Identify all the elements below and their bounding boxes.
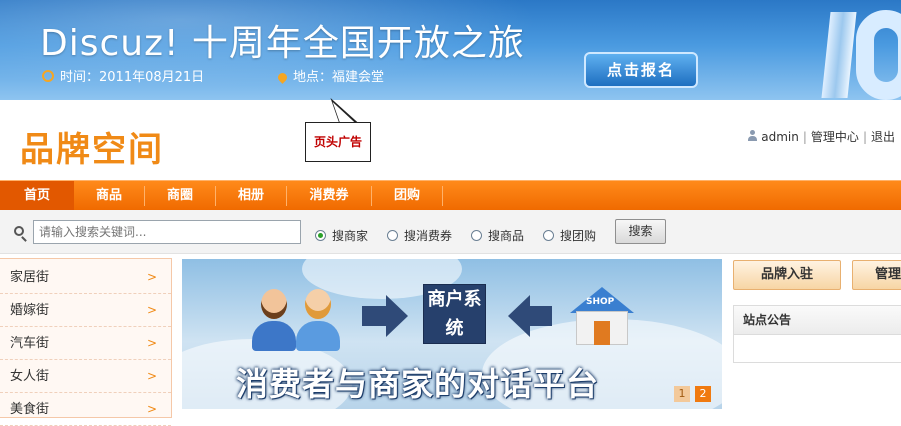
arrow-left-icon — [508, 295, 552, 337]
consumers-illustration — [252, 277, 352, 351]
radio-label: 搜商家 — [332, 229, 369, 243]
username-link[interactable]: admin — [761, 130, 799, 144]
radio-label: 搜商品 — [488, 229, 525, 243]
brand-join-button[interactable]: 品牌入驻 — [733, 260, 841, 290]
shop-label: SHOP — [586, 297, 615, 307]
admin-center-link[interactable]: 管理中心 — [811, 130, 859, 144]
tenth-anniversary-graphic — [820, 4, 901, 100]
radio-dot-selected[interactable] — [315, 230, 326, 241]
category-food-street[interactable]: 美食街 > — [0, 393, 171, 426]
header-ad[interactable]: 页头广告 — [305, 122, 371, 162]
top-banner[interactable]: Discuz! 十周年全国开放之旅 时间：2011年08月21日 地点：福建会堂… — [0, 0, 901, 100]
main-nav: 首页 商品 商圈 相册 消费券 团购 — [0, 180, 901, 211]
search-input[interactable] — [33, 220, 301, 244]
category-wedding-street[interactable]: 婚嫁街 > — [0, 294, 171, 327]
category-panel: 家居街 > 婚嫁街 > 汽车街 > 女人街 > 美食街 > — [0, 258, 172, 426]
banner-place-text: 地点：福建会堂 — [293, 70, 385, 85]
site-notice-title: 站点公告 — [734, 306, 901, 335]
brand-space-logo[interactable]: 品牌空间 — [20, 122, 164, 171]
chevron-right-icon: > — [146, 369, 157, 383]
slide-slogan: 消费者与商家的对话平台 — [236, 365, 600, 403]
radio-dot[interactable] — [543, 230, 554, 241]
arrow-right-icon — [362, 295, 408, 337]
radio-dot[interactable] — [387, 230, 398, 241]
nav-albums[interactable]: 相册 — [216, 181, 286, 211]
promo-slideshow[interactable]: 商户系统 SHOP 消费者与商家的对话平台 1 2 — [182, 259, 722, 409]
shop-icon: SHOP — [570, 279, 634, 345]
search-button[interactable]: 搜索 — [615, 219, 666, 244]
category-label: 美食街 — [10, 402, 50, 417]
category-label: 婚嫁街 — [10, 303, 50, 318]
nav-group-buy[interactable]: 团购 — [372, 181, 442, 211]
clock-icon — [42, 70, 54, 82]
search-icon — [14, 226, 24, 236]
radio-search-merchant[interactable]: 搜商家 — [315, 227, 368, 244]
category-label: 汽车街 — [10, 336, 50, 351]
radio-label: 搜团购 — [560, 229, 597, 243]
slide-page-1[interactable]: 1 — [674, 386, 690, 402]
category-auto-street[interactable]: 汽车街 > — [0, 327, 171, 360]
chevron-right-icon: > — [146, 270, 157, 284]
radio-search-coupon[interactable]: 搜消费券 — [387, 227, 452, 244]
radio-dot[interactable] — [471, 230, 482, 241]
nav-home[interactable]: 首页 — [0, 181, 74, 211]
banner-time-text: 时间：2011年08月21日 — [60, 70, 205, 85]
banner-time: 时间：2011年08月21日 — [42, 66, 204, 85]
radio-search-product[interactable]: 搜商品 — [471, 227, 524, 244]
radio-label: 搜消费券 — [404, 229, 453, 243]
user-icon — [747, 130, 758, 142]
manage-button[interactable]: 管理 — [852, 260, 901, 290]
category-label: 家居街 — [10, 270, 50, 285]
category-home-street[interactable]: 家居街 > — [0, 261, 171, 294]
slide-page-2[interactable]: 2 — [695, 386, 711, 402]
chevron-right-icon: > — [146, 402, 157, 416]
signup-button[interactable]: 点击报名 — [584, 52, 698, 88]
category-women-street[interactable]: 女人街 > — [0, 360, 171, 393]
chevron-right-icon: > — [146, 303, 157, 317]
site-notice-panel: 站点公告 — [733, 305, 901, 363]
radio-search-group-buy[interactable]: 搜团购 — [543, 227, 596, 244]
banner-title: Discuz! 十周年全国开放之旅 — [40, 23, 525, 64]
chevron-right-icon: > — [146, 336, 157, 350]
location-pin-icon — [276, 71, 289, 84]
user-bar: admin | 管理中心 | 退出 — [747, 128, 895, 145]
banner-place: 地点：福建会堂 — [276, 66, 385, 85]
logout-link[interactable]: 退出 — [871, 130, 895, 144]
merchant-system-box: 商户系统 — [423, 284, 486, 344]
nav-business-district[interactable]: 商圈 — [145, 181, 215, 211]
nav-coupons[interactable]: 消费券 — [287, 181, 371, 211]
nav-products[interactable]: 商品 — [74, 181, 144, 211]
search-bar: 搜商家 搜消费券 搜商品 搜团购 搜索 — [0, 210, 901, 254]
category-label: 女人街 — [10, 369, 50, 384]
